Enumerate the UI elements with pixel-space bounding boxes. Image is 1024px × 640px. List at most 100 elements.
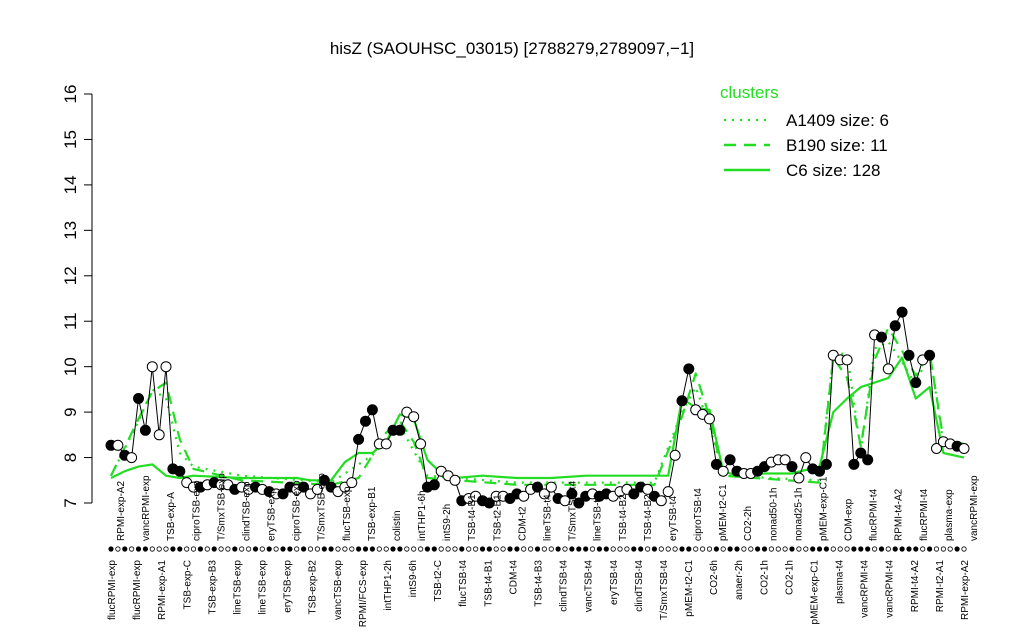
rug-mark: [803, 546, 809, 552]
x-label-bottom: RPMI-exp-A1: [157, 560, 168, 620]
rug-mark: [638, 546, 644, 552]
rug-mark: [328, 546, 334, 552]
x-label-bottom: RPMI-t2-A1: [935, 560, 946, 613]
rug-mark: [211, 546, 217, 552]
rug-mark: [583, 546, 589, 552]
rug-mark: [204, 546, 210, 552]
rug-mark: [644, 546, 651, 552]
rug-mark: [741, 546, 747, 552]
rug-mark: [369, 546, 375, 552]
rug-mark: [259, 546, 265, 552]
rug-mark: [713, 546, 720, 552]
x-label-bottom: pMEM-exp-C1: [810, 560, 821, 625]
x-label-top: flucRPMI-t4: [869, 488, 880, 541]
rug-mark: [899, 546, 905, 552]
rug-mark: [672, 546, 678, 552]
x-label-bottom: lineTSB-exp: [232, 560, 243, 615]
legend-title: clusters: [720, 83, 779, 102]
rug-mark: [527, 546, 534, 552]
data-point: [360, 415, 371, 427]
rug-mark: [466, 546, 472, 552]
data-point: [924, 349, 936, 361]
x-label-top: nonad50-1h: [768, 488, 779, 541]
rug-mark: [699, 546, 706, 552]
x-label-top: CDM-exp: [844, 498, 855, 541]
rug-mark: [349, 546, 355, 552]
rug-mark: [720, 546, 726, 552]
rug-mark: [823, 546, 830, 552]
cluster-line-solid: [110, 356, 965, 482]
y-tick-label-8: 8: [61, 453, 80, 462]
y-tick-label-9: 9: [61, 407, 80, 416]
x-label-bottom: CDM-t4: [508, 560, 519, 595]
data-point: [903, 349, 915, 361]
x-label-top: TSB-exp-A: [166, 492, 177, 541]
rug-mark: [135, 546, 142, 552]
rug-mark: [390, 546, 396, 552]
x-label-top: pMEM-exp-C1: [819, 476, 830, 541]
data-point: [428, 479, 440, 491]
x-label-bottom: vancRPMI-t4: [885, 560, 896, 618]
x-label-top: intS9-2h: [442, 504, 453, 541]
data-point: [346, 477, 358, 489]
rug-mark: [892, 546, 898, 552]
data-point: [910, 377, 922, 389]
x-label-bottom: CO2-6h: [709, 560, 720, 595]
x-label-top: pMEM-t2-C1: [718, 484, 729, 541]
x-label-bottom: flucRPMI-exp: [107, 560, 118, 620]
rug-mark: [321, 546, 327, 552]
rug-mark: [665, 546, 671, 552]
data-point: [862, 454, 874, 466]
rug-mark: [576, 546, 582, 552]
data-point: [126, 452, 138, 464]
data-point: [724, 454, 736, 466]
rug-mark: [438, 546, 444, 552]
rug-mark: [122, 546, 128, 552]
rug-mark: [424, 546, 430, 552]
x-label-bottom: TSB-t4-B3: [534, 560, 545, 607]
data-point: [676, 395, 688, 407]
x-label-bottom: TSB-exp-B2: [308, 560, 319, 615]
x-label-top: CO2-2h: [743, 506, 754, 541]
x-label-bottom: flucRPMI-exp: [132, 560, 143, 620]
rug-mark: [541, 546, 548, 552]
x-label-top: intTHP1-6h: [417, 490, 428, 541]
rug-mark: [796, 546, 802, 552]
x-label-bottom: plasma-t4: [835, 560, 846, 604]
x-label-top: ciproTSB-exp: [191, 480, 202, 541]
x-label-top: clindTSB-exp: [241, 481, 252, 541]
x-label-top: T/SmxTSB-exp: [216, 473, 227, 541]
data-point: [786, 461, 798, 473]
x-label-top: flucTSB-exp: [342, 486, 353, 541]
x-label-bottom: TSB-t4-B1: [483, 560, 494, 607]
data-point: [848, 458, 860, 470]
data-point: [683, 363, 695, 375]
rug-mark: [603, 546, 609, 552]
data-point: [669, 449, 681, 461]
rug-mark: [748, 546, 754, 552]
rug-mark: [225, 546, 231, 552]
data-point: [415, 438, 427, 450]
data-point: [655, 495, 667, 507]
rug-mark: [335, 546, 341, 552]
rug-mark: [218, 546, 224, 552]
rug-mark: [679, 546, 685, 552]
y-tick-label-12: 12: [61, 266, 80, 285]
rug-mark: [232, 546, 238, 552]
rug-mark: [940, 546, 947, 552]
rug-mark: [362, 546, 369, 552]
x-label-bottom: CO2-1h: [759, 560, 770, 595]
rug-mark: [706, 546, 713, 552]
rug-mark: [837, 546, 843, 552]
data-point: [841, 354, 853, 366]
rug-mark: [858, 546, 864, 552]
expression-chart: hisZ (SAOUHSC_03015) [2788279,2789097,−1…: [61, 39, 980, 627]
rug-mark: [961, 546, 967, 552]
data-point: [800, 452, 812, 464]
data-point: [820, 458, 832, 470]
rug-mark: [431, 546, 437, 552]
rug-mark: [658, 546, 664, 552]
data-point: [112, 439, 124, 451]
x-label-bottom: clindTSB-t4: [634, 560, 645, 612]
rug-mark: [163, 546, 169, 552]
